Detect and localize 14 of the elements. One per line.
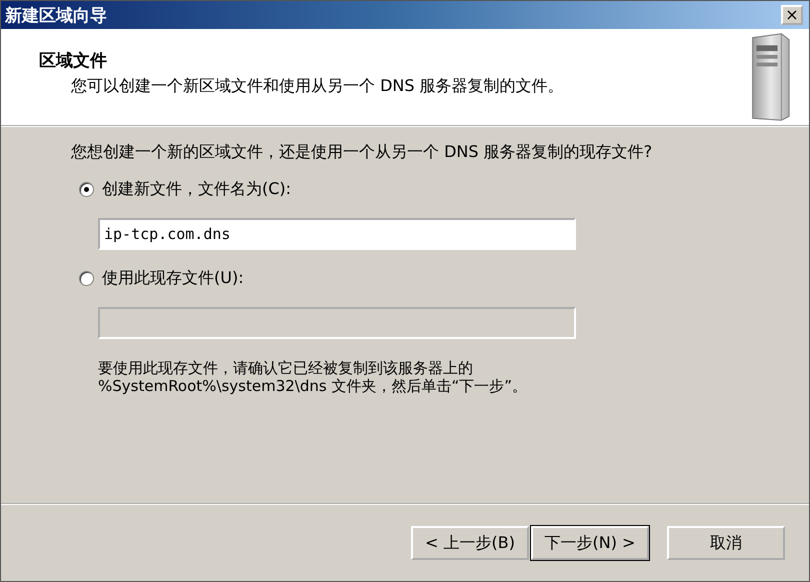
- note-text: 要使用此现存文件，请确认它已经被复制到该服务器上的 %SystemRoot%\system32\dns 文件夹，然后单击“下一步”。: [98, 359, 528, 395]
- file-name-field[interactable]: ip-tcp.com.dns: [98, 218, 576, 250]
- close-button[interactable]: ×: [781, 5, 803, 25]
- window-title: 新建区域向导: [5, 4, 107, 26]
- option-label[interactable]: 创建新文件，文件名为(C):: [102, 179, 292, 200]
- wizard-button[interactable]: 下一步(N) >: [531, 526, 649, 560]
- wizard-button[interactable]: 取消: [667, 526, 785, 560]
- option-label[interactable]: 使用此现存文件(U):: [102, 268, 244, 289]
- radio-button[interactable]: [79, 182, 94, 197]
- page-title: 区域文件: [39, 50, 108, 72]
- question-text: 您想创建一个新的区域文件，还是使用一个从另一个 DNS 服务器复制的现存文件?: [71, 143, 654, 161]
- page-subtitle: 您可以创建一个新区域文件和使用从另一个 DNS 服务器复制的文件。: [70, 76, 564, 97]
- wizard-button[interactable]: < 上一步(B): [411, 526, 529, 560]
- radio-button[interactable]: [79, 271, 94, 286]
